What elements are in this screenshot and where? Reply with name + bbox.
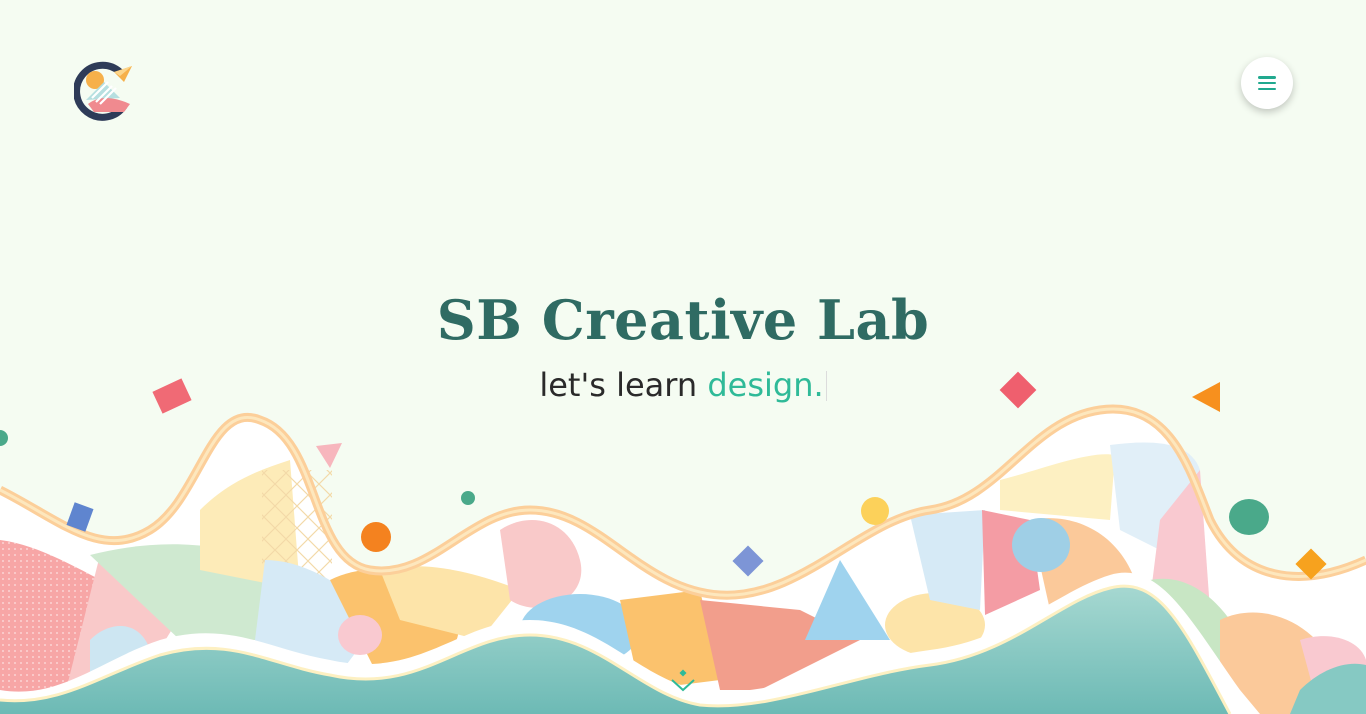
sb-creative-lab-logo[interactable]: [74, 60, 136, 122]
hero-illustration: [0, 371, 1366, 714]
blob-sky: [520, 594, 640, 666]
shape-pink-triangle: [316, 443, 342, 468]
blob-pink: [0, 540, 120, 714]
blob-pink-tile: [982, 510, 1040, 615]
hamburger-menu-icon: [1258, 76, 1276, 90]
blob-apricot: [1220, 612, 1340, 714]
tagline-lead: let's learn: [539, 366, 708, 404]
front-hill: [0, 572, 1260, 714]
hero-tagline: let's learn design.: [0, 366, 1366, 404]
blob-blush: [1150, 470, 1210, 610]
blob-rosy: [1300, 636, 1366, 714]
blob-mist: [910, 510, 985, 610]
blob-blue: [250, 560, 380, 700]
shape-green-circle: [1229, 499, 1269, 535]
shape-blue-diamond: [732, 545, 764, 577]
blob-yellow: [200, 460, 300, 590]
typing-cursor: [825, 371, 827, 401]
blob-circle-blue: [1012, 518, 1070, 572]
shape-teal-dot: [461, 491, 475, 505]
menu-button[interactable]: [1241, 57, 1293, 109]
blob-pale-blue: [90, 626, 150, 714]
blob-peach: [1030, 518, 1140, 610]
shape-green-dot: [0, 430, 8, 446]
blob-orange: [330, 569, 460, 682]
tagline-accent-word: design.: [707, 366, 824, 404]
blob-triangle-blue: [805, 560, 890, 640]
hero-page: SB Creative Lab let's learn design.: [0, 0, 1366, 714]
blob-green: [90, 544, 280, 640]
blob-pale: [1000, 454, 1115, 520]
blob-small-pink: [338, 615, 382, 655]
blob-coral: [700, 600, 860, 690]
blob-mint: [1150, 578, 1260, 700]
blob-lightpink: [60, 555, 190, 714]
blob-cream: [380, 566, 520, 640]
wave-outline: [0, 404, 1366, 600]
shape-orange-circle: [361, 522, 391, 552]
shape-amber-diamond: [1295, 548, 1327, 580]
page-title: SB Creative Lab: [436, 288, 930, 352]
blob-sand: [885, 593, 985, 657]
shape-yellow-circle: [861, 497, 889, 525]
chevron-down-icon[interactable]: [668, 668, 698, 698]
blob-rose: [500, 520, 582, 608]
blob-ice: [1110, 442, 1200, 560]
shape-blue-rect: [66, 502, 94, 532]
